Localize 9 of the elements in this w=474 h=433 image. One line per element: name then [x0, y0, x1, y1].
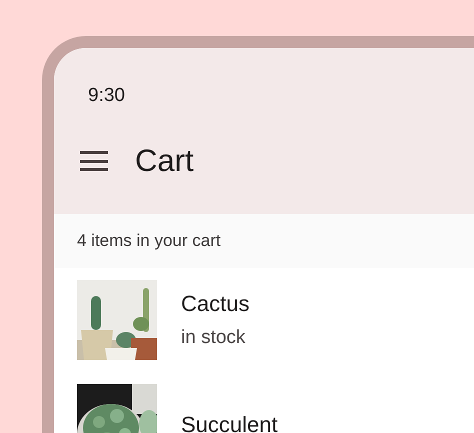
status-time: 9:30	[88, 85, 125, 106]
item-name: Cactus	[181, 290, 250, 318]
cart-item[interactable]: Succulent	[77, 384, 474, 433]
menu-icon[interactable]	[80, 151, 108, 172]
items-count: 4 items in your cart	[77, 230, 221, 252]
item-name: Succulent	[181, 410, 278, 433]
cart-item[interactable]: Cactus in stock	[77, 280, 474, 360]
item-status: in stock	[181, 326, 246, 350]
screen-title: Cart	[135, 142, 194, 180]
